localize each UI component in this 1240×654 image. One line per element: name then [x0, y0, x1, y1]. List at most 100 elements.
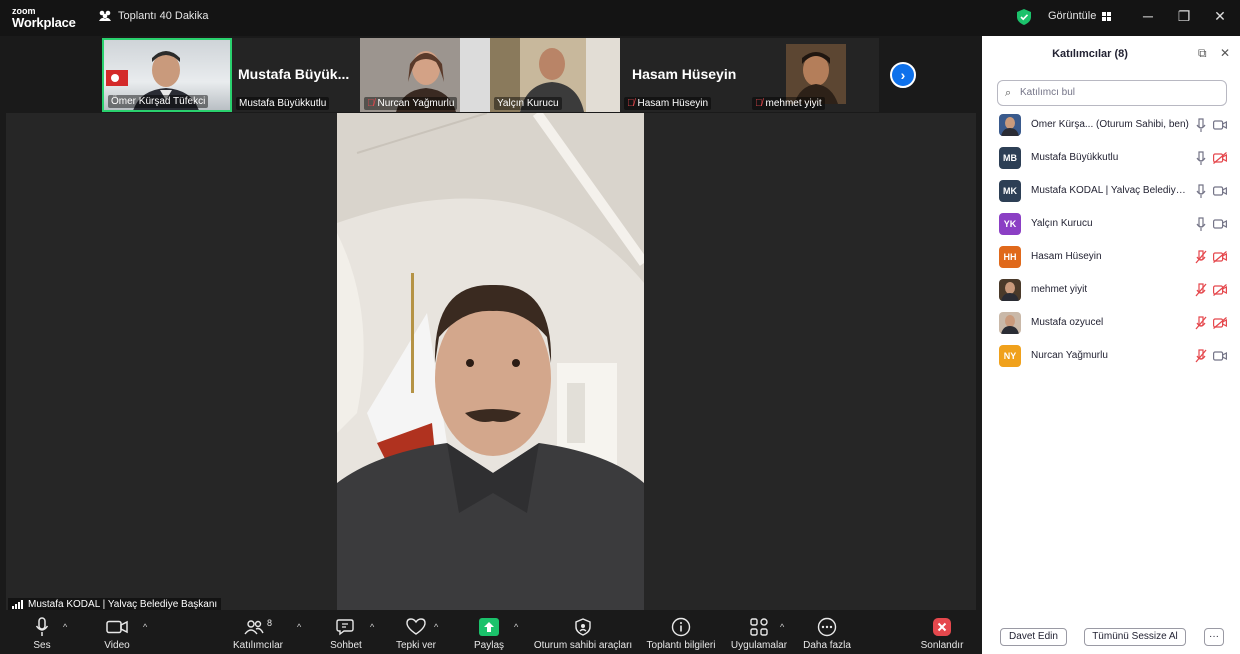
participant-search-input[interactable]: ⌕ Katılımcı bul — [997, 80, 1227, 106]
thumbnail-name: 🎙̸ mehmet yiyit — [752, 97, 825, 110]
microphone-muted-icon[interactable] — [1195, 348, 1207, 363]
participant-name: Mustafa KODAL | Yalvaç Belediye ... — [1031, 185, 1189, 196]
popout-icon[interactable]: ⧉ — [1198, 46, 1207, 61]
zoom-window: zoom Workplace Toplantı 40 Dakika Görünt… — [0, 0, 1240, 654]
participant-list: Ömer Kürşa... (Oturum Sahibi, ben) MB Must… — [982, 108, 1240, 372]
thumbnail-strip: Ömer Kürşad Tüfekci Mustafa Büyük... Mus… — [102, 38, 879, 112]
participant-name: Hasam Hüseyin — [1031, 251, 1102, 262]
end-meeting-button[interactable]: Sonlandır — [916, 616, 968, 651]
active-speaker-video[interactable] — [337, 113, 644, 610]
avatar-initials: HH — [1003, 251, 1017, 262]
participants-count: 8 — [266, 618, 272, 628]
video-camera-off-icon[interactable] — [1213, 151, 1227, 164]
microphone-muted-icon[interactable] — [1195, 249, 1207, 264]
share-options-caret-icon[interactable]: ^ — [514, 622, 518, 632]
view-label: Görüntüle — [1048, 10, 1097, 22]
close-icon[interactable]: ✕ — [1210, 8, 1230, 25]
avatar-initials: MK — [1003, 185, 1017, 196]
participants-button[interactable]: 8 Katılımcılar — [230, 616, 286, 651]
panel-more-button[interactable]: ··· — [1204, 628, 1224, 646]
participant-row[interactable]: NY Nurcan Yağmurlu — [982, 339, 1240, 372]
reactions-label: Tepki ver — [395, 640, 436, 651]
thumbnail-omer[interactable]: Ömer Kürşad Tüfekci — [102, 38, 232, 112]
meeting-info-label: Toplantı bilgileri — [646, 640, 716, 651]
participant-name: Mustafa Büyükkutlu — [1031, 152, 1119, 163]
microphone-icon[interactable] — [1195, 150, 1207, 165]
chat-button[interactable]: Sohbet — [324, 616, 368, 651]
thumbnail-name: Mustafa Büyükkutlu — [236, 97, 330, 110]
view-button[interactable]: Görüntüle — [1048, 10, 1112, 22]
participant-row[interactable]: HH Hasam Hüseyin — [982, 240, 1240, 273]
participant-row[interactable]: Ömer Kürşa... (Oturum Sahibi, ben) — [982, 108, 1240, 141]
more-button[interactable]: Daha fazla — [800, 616, 854, 651]
participant-avatar-photo — [999, 278, 1021, 301]
video-button[interactable]: Video — [95, 616, 139, 651]
audio-button[interactable]: Ses — [20, 616, 64, 651]
video-camera-off-icon[interactable] — [1213, 316, 1227, 329]
search-icon: ⌕ — [1005, 87, 1012, 99]
avatar-initials: MB — [1003, 152, 1017, 163]
apps-label: Uygulamalar — [730, 640, 788, 651]
participant-avatar-initials: MB — [999, 146, 1021, 169]
video-camera-off-icon[interactable] — [1213, 250, 1227, 263]
minimize-icon[interactable]: ─ — [1138, 8, 1158, 24]
thumbnail-mehmet[interactable]: 🎙̸ mehmet yiyit — [748, 38, 879, 112]
end-call-icon — [933, 618, 951, 636]
host-shield-icon — [575, 618, 591, 636]
microphone-muted-icon[interactable] — [1195, 282, 1207, 297]
title-bar: zoom Workplace Toplantı 40 Dakika Görünt… — [0, 0, 1240, 36]
microphone-icon[interactable] — [1195, 117, 1207, 132]
participant-row[interactable]: Mustafa ozyucel — [982, 306, 1240, 339]
avatar-initials: YK — [1003, 218, 1017, 229]
participant-row[interactable]: MK Mustafa KODAL | Yalvaç Belediye ... — [982, 174, 1240, 207]
signal-strength-icon — [12, 600, 23, 609]
encryption-shield-icon[interactable] — [1017, 9, 1031, 25]
microphone-icon — [35, 617, 49, 636]
participants-group-icon — [99, 10, 111, 21]
more-horizontal-icon: ··· — [1209, 631, 1219, 642]
apps-options-caret-icon[interactable]: ^ — [780, 622, 784, 632]
video-camera-icon[interactable] — [1213, 185, 1227, 197]
participant-name: Ömer Kürşa... (Oturum Sahibi, ben) — [1031, 119, 1189, 130]
video-options-caret-icon[interactable]: ^ — [143, 622, 147, 632]
meeting-info-button[interactable]: Toplantı bilgileri — [643, 616, 719, 651]
share-button[interactable]: Paylaş — [467, 616, 511, 651]
video-camera-icon[interactable] — [1213, 119, 1227, 131]
main-video-stage — [6, 113, 976, 610]
thumbnail-name: 🎙̸ Nurcan Yağmurlu — [364, 97, 458, 110]
panel-close-icon[interactable]: ✕ — [1220, 46, 1230, 60]
thumbnail-mustafa-b[interactable]: Mustafa Büyük... Mustafa Büyükkutlu — [232, 38, 360, 112]
logo-line2: Workplace — [12, 15, 76, 30]
search-placeholder: Katılımcı bul — [1020, 87, 1076, 98]
participant-row[interactable]: mehmet yiyit — [982, 273, 1240, 306]
microphone-muted-icon[interactable] — [1195, 315, 1207, 330]
microphone-icon[interactable] — [1195, 183, 1207, 198]
thumbnail-bigname: Hasam Hüseyin — [632, 66, 737, 82]
reactions-options-caret-icon[interactable]: ^ — [434, 622, 438, 632]
video-camera-off-icon[interactable] — [1213, 283, 1227, 296]
video-camera-icon[interactable] — [1213, 350, 1227, 362]
thumbnail-name: Yalçın Kurucu — [494, 97, 562, 110]
participant-name: Nurcan Yağmurlu — [1031, 350, 1108, 361]
participants-options-caret-icon[interactable]: ^ — [297, 622, 301, 632]
chat-bubble-icon — [336, 619, 354, 636]
participant-name: Yalçın Kurucu — [1031, 218, 1093, 229]
video-camera-icon[interactable] — [1213, 218, 1227, 230]
host-tools-button[interactable]: Oturum sahibi araçları — [532, 616, 634, 651]
more-dots-icon — [817, 617, 837, 637]
invite-button[interactable]: Davet Edin — [1000, 628, 1067, 646]
reactions-button[interactable]: Tepki ver — [392, 616, 440, 651]
mute-all-button[interactable]: Tümünü Sessize Al — [1084, 628, 1186, 646]
thumbnail-yalcin[interactable]: Yalçın Kurucu — [490, 38, 620, 112]
participant-row[interactable]: YK Yalçın Kurucu — [982, 207, 1240, 240]
thumbnail-name: 🎙̸ Hasam Hüseyin — [624, 97, 712, 110]
restore-icon[interactable]: ❐ — [1174, 8, 1194, 25]
participant-row[interactable]: MB Mustafa Büyükkutlu — [982, 141, 1240, 174]
next-page-button[interactable]: › — [890, 62, 916, 88]
microphone-icon[interactable] — [1195, 216, 1207, 231]
chat-options-caret-icon[interactable]: ^ — [370, 622, 374, 632]
thumbnail-hasam[interactable]: Hasam Hüseyin 🎙̸ Hasam Hüseyin — [620, 38, 748, 112]
meeting-title[interactable]: Toplantı 40 Dakika — [98, 10, 209, 22]
thumbnail-nurcan[interactable]: 🎙̸ Nurcan Yağmurlu — [360, 38, 490, 112]
audio-options-caret-icon[interactable]: ^ — [63, 622, 67, 632]
